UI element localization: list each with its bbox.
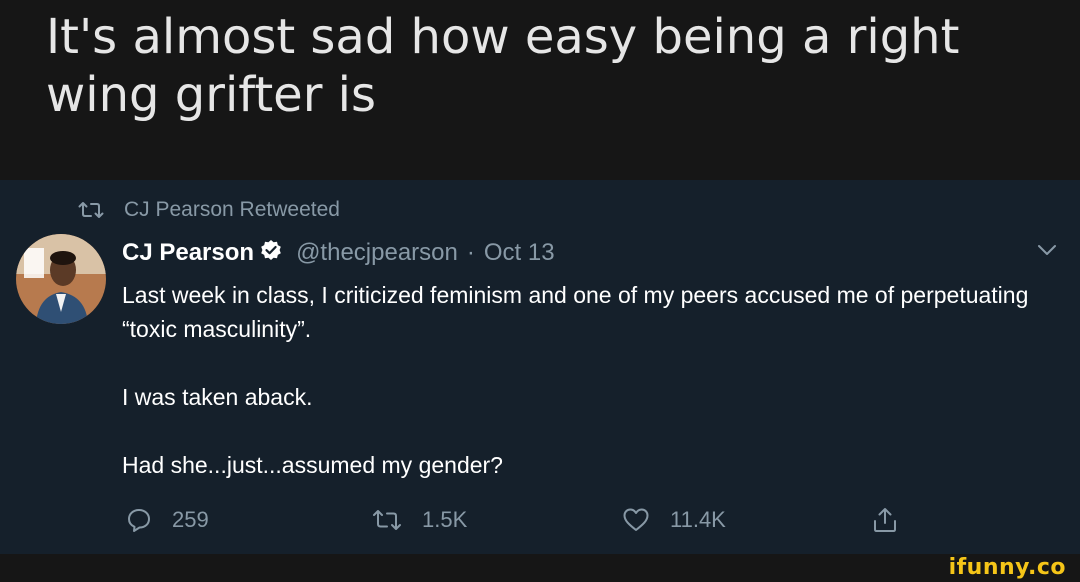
avatar[interactable] [16,234,106,324]
watermark: ifunny.co [948,555,1066,580]
share-button[interactable] [872,502,898,538]
tweet-card[interactable]: CJ Pearson Retweeted CJ Pearson @thecjpe… [0,180,1080,554]
like-count: 11.4K [670,507,726,532]
caption-text: It's almost sad how easy being a right w… [46,9,960,123]
retweet-button[interactable]: 1.5K [372,502,467,538]
chevron-down-icon[interactable] [1036,242,1058,261]
caption-area: It's almost sad how easy being a right w… [0,0,1080,180]
tweet-header: CJ Pearson @thecjpearson · Oct 13 [122,236,555,270]
tweet-actions: 259 1.5K 11.4K [0,502,1080,538]
reply-count: 259 [172,507,209,532]
like-button[interactable]: 11.4K [622,502,726,538]
heart-icon [622,507,650,533]
reply-icon [126,507,152,533]
verified-badge-icon [260,239,282,268]
footer-bar: ifunny.co [0,554,1080,582]
author-handle[interactable]: @thecjpearson [296,239,458,267]
retweet-count: 1.5K [422,507,468,532]
tweet-text: Last week in class, I criticized feminis… [122,278,1052,482]
retweet-icon [372,508,402,532]
share-icon [872,506,898,534]
header-separator: · [466,239,475,266]
tweet-paragraph: Last week in class, I criticized feminis… [122,282,1029,342]
tweet-paragraph: Had she...just...assumed my gender? [122,452,503,478]
retweet-label: CJ Pearson Retweeted [124,198,340,221]
tweet-paragraph: I was taken aback. [122,384,313,410]
reply-button[interactable]: 259 [126,502,209,538]
meme-image: It's almost sad how easy being a right w… [0,0,1080,582]
retweet-icon [78,200,104,220]
tweet-date[interactable]: Oct 13 [484,239,555,267]
author-name[interactable]: CJ Pearson [122,239,254,267]
retweet-context: CJ Pearson Retweeted [78,196,340,224]
